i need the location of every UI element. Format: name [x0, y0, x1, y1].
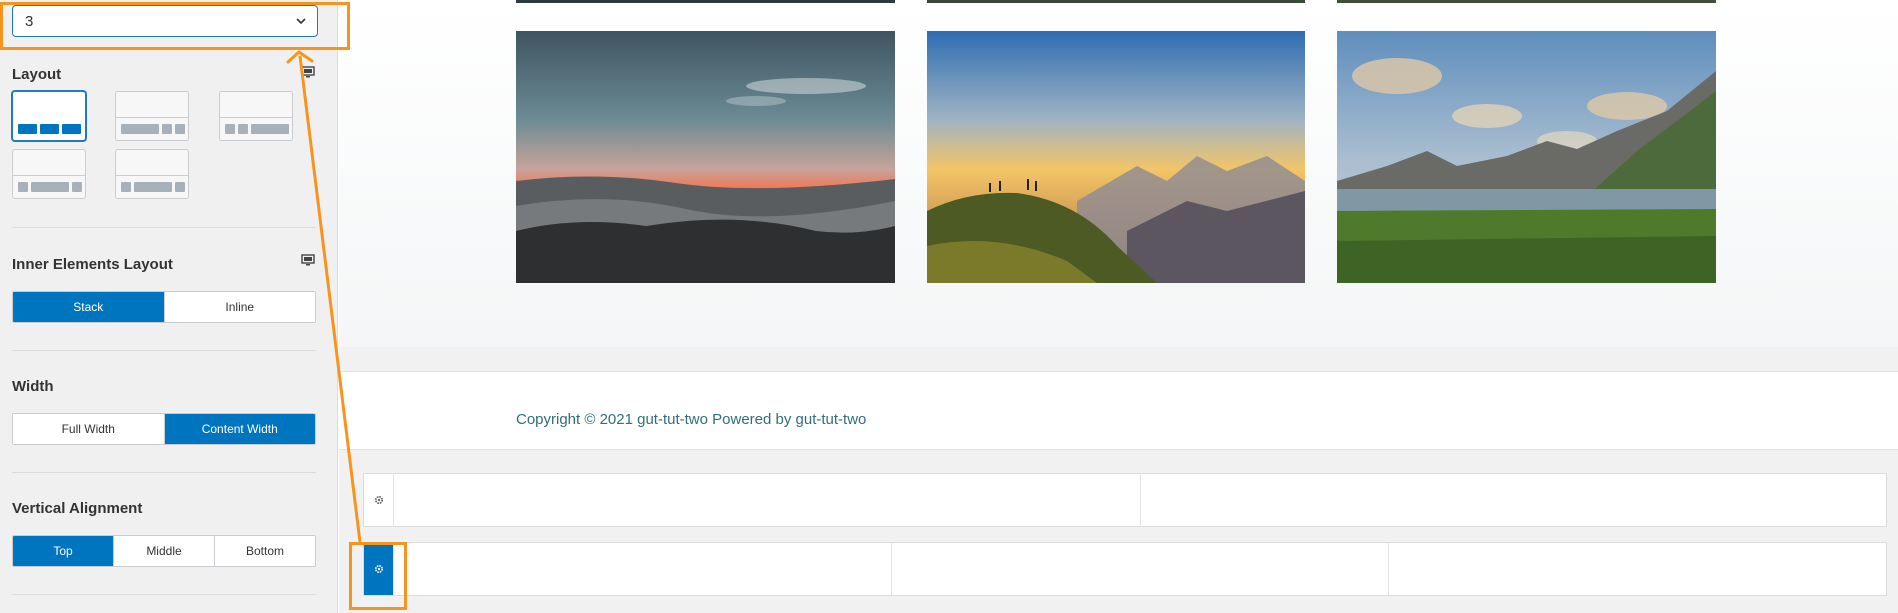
- content-width-button[interactable]: Content Width: [164, 414, 315, 444]
- desktop-icon[interactable]: [301, 254, 315, 266]
- inner-layout-inline-button[interactable]: Inline: [164, 292, 315, 322]
- align-middle-button[interactable]: Middle: [114, 536, 215, 566]
- layout-option-wide-right[interactable]: [219, 91, 293, 141]
- divider: [12, 350, 316, 351]
- align-top-button[interactable]: Top: [13, 536, 114, 566]
- row-column[interactable]: [1389, 543, 1886, 595]
- row-settings-handle-active[interactable]: [364, 543, 394, 595]
- layout-title: Layout: [12, 66, 62, 83]
- layout-option-wide-left[interactable]: [115, 91, 189, 141]
- gallery-section: [339, 0, 1898, 347]
- inner-layout-stack-button[interactable]: Stack: [13, 292, 165, 322]
- landscape-image-icon: [927, 31, 1305, 283]
- layout-option-equal-thirds[interactable]: [12, 91, 86, 141]
- editor-canvas: Copyright © 2021 gut-tut-two Powered by …: [339, 0, 1898, 613]
- divider: [12, 594, 316, 595]
- image-edge: [1337, 0, 1716, 3]
- landscape-image-icon: [1337, 31, 1716, 283]
- columns-select-value: 3: [25, 12, 34, 30]
- inner-elements-layout-title: Inner Elements Layout: [12, 256, 173, 273]
- layout-option-wide-center-alt[interactable]: [115, 149, 189, 199]
- row-column[interactable]: [394, 543, 892, 595]
- row-column[interactable]: [892, 543, 1390, 595]
- image-edge: [516, 0, 895, 3]
- gallery-image-mountain-sunrise[interactable]: [516, 31, 895, 283]
- gallery-image-hikers-sunset[interactable]: [927, 31, 1305, 283]
- row-column[interactable]: [1141, 474, 1887, 526]
- vertical-alignment-title: Vertical Alignment: [12, 500, 143, 517]
- gear-icon: [374, 495, 383, 505]
- columns-row-block[interactable]: [363, 473, 1887, 527]
- image-edge: [927, 0, 1305, 3]
- landscape-image-icon: [516, 31, 895, 283]
- block-settings-sidebar: 3 Layout Inner Elements Layout Stack Inl…: [0, 0, 338, 613]
- divider: [12, 227, 316, 228]
- width-title: Width: [12, 378, 54, 395]
- columns-row-block-selected[interactable]: [363, 542, 1887, 596]
- chevron-down-icon: [296, 18, 306, 25]
- align-bottom-button[interactable]: Bottom: [215, 536, 315, 566]
- gear-icon: [374, 564, 383, 574]
- footer-copyright: Copyright © 2021 gut-tut-two Powered by …: [516, 411, 867, 428]
- layout-option-wide-center[interactable]: [12, 149, 86, 199]
- vertical-alignment-toggle: Top Middle Bottom: [12, 535, 316, 567]
- site-footer: Copyright © 2021 gut-tut-two Powered by …: [339, 371, 1898, 450]
- full-width-button[interactable]: Full Width: [13, 414, 165, 444]
- row-settings-handle[interactable]: [364, 474, 394, 526]
- columns-select[interactable]: 3: [12, 5, 318, 37]
- width-toggle: Full Width Content Width: [12, 413, 316, 445]
- inner-layout-toggle: Stack Inline: [12, 291, 316, 323]
- gallery-image-fjord-lake[interactable]: [1337, 31, 1716, 283]
- row-column[interactable]: [394, 474, 1141, 526]
- divider: [12, 472, 316, 473]
- desktop-icon[interactable]: [301, 66, 315, 78]
